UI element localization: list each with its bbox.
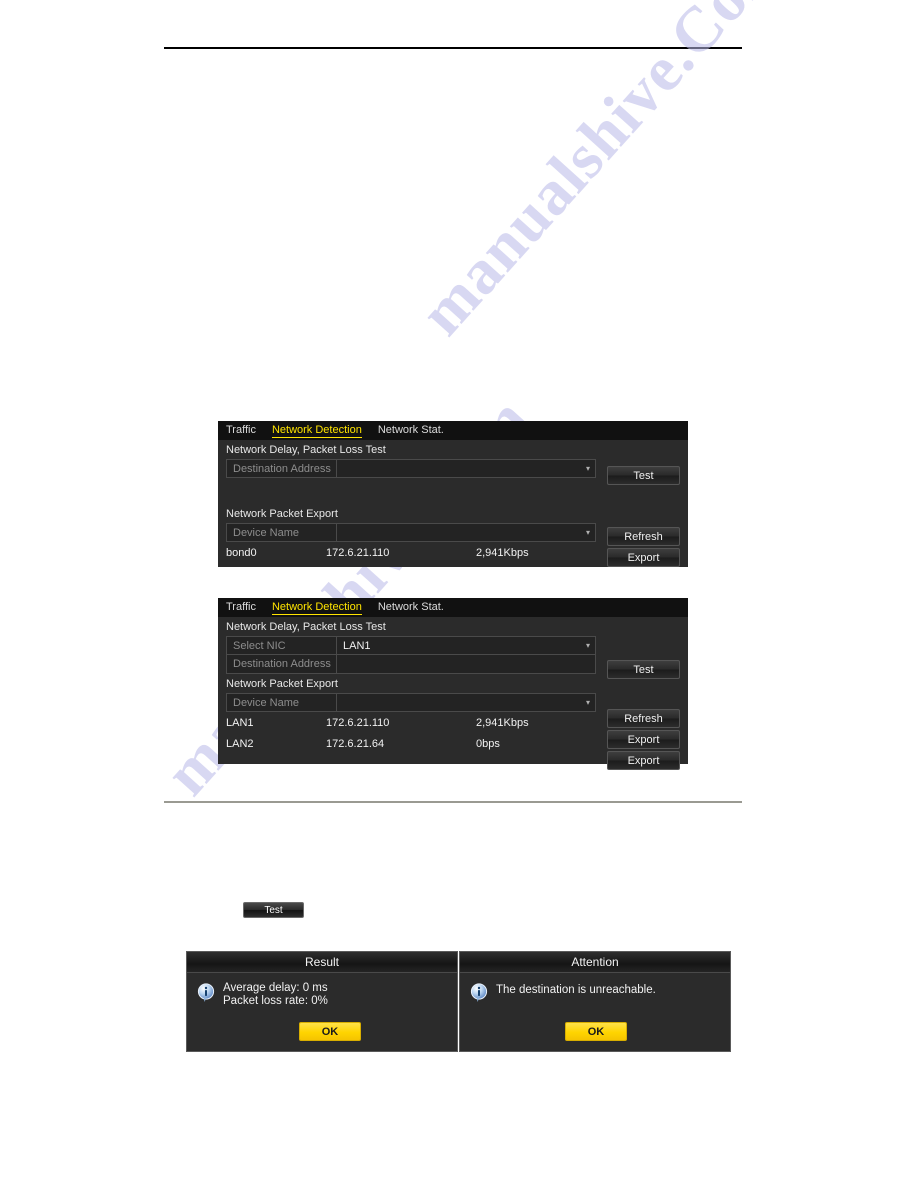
device-row-rate: 0bps <box>476 737 500 750</box>
panel-2-body: Network Delay, Packet Loss Test Select N… <box>218 617 688 770</box>
tab-network-stat[interactable]: Network Stat. <box>378 601 444 614</box>
device-name-field[interactable]: Device Name ▾ <box>226 523 596 542</box>
device-row-rate: 2,941Kbps <box>476 546 529 559</box>
tab-traffic[interactable]: Traffic <box>226 601 256 614</box>
destination-address-value[interactable] <box>337 655 581 673</box>
result-dialog: Result Average delay: 0 ms Packet loss r… <box>186 951 458 1052</box>
device-row-address: 172.6.21.110 <box>326 716 390 729</box>
panel-1-body: Network Delay, Packet Loss Test Destinat… <box>218 440 688 567</box>
attention-dialog-message: The destination is unreachable. <box>496 984 656 996</box>
ok-button[interactable]: OK <box>565 1022 627 1041</box>
export-button[interactable]: Export <box>607 548 680 567</box>
result-dialog-title: Result <box>187 952 457 973</box>
network-detection-panel-single-nic: Traffic Network Detection Network Stat. … <box>218 421 688 567</box>
device-name-label: Device Name <box>227 524 337 541</box>
attention-dialog: Attention The destination is unreachable… <box>459 951 731 1052</box>
destination-address-label: Destination Address <box>227 655 337 673</box>
destination-address-label: Destination Address <box>227 460 337 477</box>
export-button-lan1[interactable]: Export <box>607 730 680 749</box>
destination-address-field[interactable]: Destination Address <box>226 655 596 674</box>
device-row-rate: 2,941Kbps <box>476 716 529 729</box>
device-row-name: LAN1 <box>226 716 254 729</box>
table-row[interactable]: LAN2 172.6.21.64 0bps <box>226 733 606 754</box>
select-nic-value[interactable]: LAN1 <box>337 637 581 654</box>
header-rule <box>164 47 742 49</box>
chevron-down-icon[interactable]: ▾ <box>581 524 595 541</box>
chevron-down-icon <box>581 655 595 673</box>
refresh-button[interactable]: Refresh <box>607 709 680 728</box>
table-row[interactable]: bond0 172.6.21.110 2,941Kbps <box>226 542 606 563</box>
device-row-address: 172.6.21.110 <box>326 546 390 559</box>
chevron-down-icon[interactable]: ▾ <box>581 460 595 477</box>
section-title-packet-export: Network Packet Export <box>226 508 338 520</box>
section-title-delay-test: Network Delay, Packet Loss Test <box>226 444 386 456</box>
panel-2-tabbar: Traffic Network Detection Network Stat. <box>218 598 688 617</box>
table-row[interactable]: LAN1 172.6.21.110 2,941Kbps <box>226 712 606 733</box>
attention-dialog-title: Attention <box>460 952 730 973</box>
device-name-value[interactable] <box>337 524 581 541</box>
result-dialog-body: Average delay: 0 ms Packet loss rate: 0%… <box>187 973 457 1052</box>
tab-network-detection[interactable]: Network Detection <box>271 424 362 438</box>
attention-dialog-body: The destination is unreachable. OK <box>460 973 730 1052</box>
device-name-value[interactable] <box>337 694 581 711</box>
chevron-down-icon[interactable]: ▾ <box>581 637 595 654</box>
ok-button[interactable]: OK <box>299 1022 361 1041</box>
select-nic-field[interactable]: Select NIC LAN1 ▾ <box>226 636 596 655</box>
section-title-delay-test: Network Delay, Packet Loss Test <box>226 621 386 633</box>
device-name-field[interactable]: Device Name ▾ <box>226 693 596 712</box>
destination-address-field[interactable]: Destination Address ▾ <box>226 459 596 478</box>
test-button[interactable]: Test <box>607 466 680 485</box>
network-detection-panel-dual-nic: Traffic Network Detection Network Stat. … <box>218 598 688 770</box>
test-button[interactable]: Test <box>607 660 680 679</box>
device-row-address: 172.6.21.64 <box>326 737 385 750</box>
select-nic-label: Select NIC <box>227 637 337 654</box>
panel-1-tabbar: Traffic Network Detection Network Stat. <box>218 421 688 440</box>
info-icon <box>197 983 215 1003</box>
tab-traffic[interactable]: Traffic <box>226 424 256 437</box>
section-divider-rule <box>164 801 742 803</box>
tab-network-detection[interactable]: Network Detection <box>271 601 362 615</box>
result-dialog-message: Average delay: 0 ms Packet loss rate: 0% <box>223 982 328 1007</box>
tab-network-stat[interactable]: Network Stat. <box>378 424 444 437</box>
device-row-name: LAN2 <box>226 737 254 750</box>
export-button-lan2[interactable]: Export <box>607 751 680 770</box>
info-icon <box>470 983 488 1003</box>
destination-address-value[interactable] <box>337 460 581 477</box>
device-row-name: bond0 <box>226 546 257 559</box>
watermark-text: manualshive.Com <box>405 0 799 349</box>
chevron-down-icon[interactable]: ▾ <box>581 694 595 711</box>
test-button-inline[interactable]: Test <box>243 902 304 918</box>
device-name-label: Device Name <box>227 694 337 711</box>
refresh-button[interactable]: Refresh <box>607 527 680 546</box>
